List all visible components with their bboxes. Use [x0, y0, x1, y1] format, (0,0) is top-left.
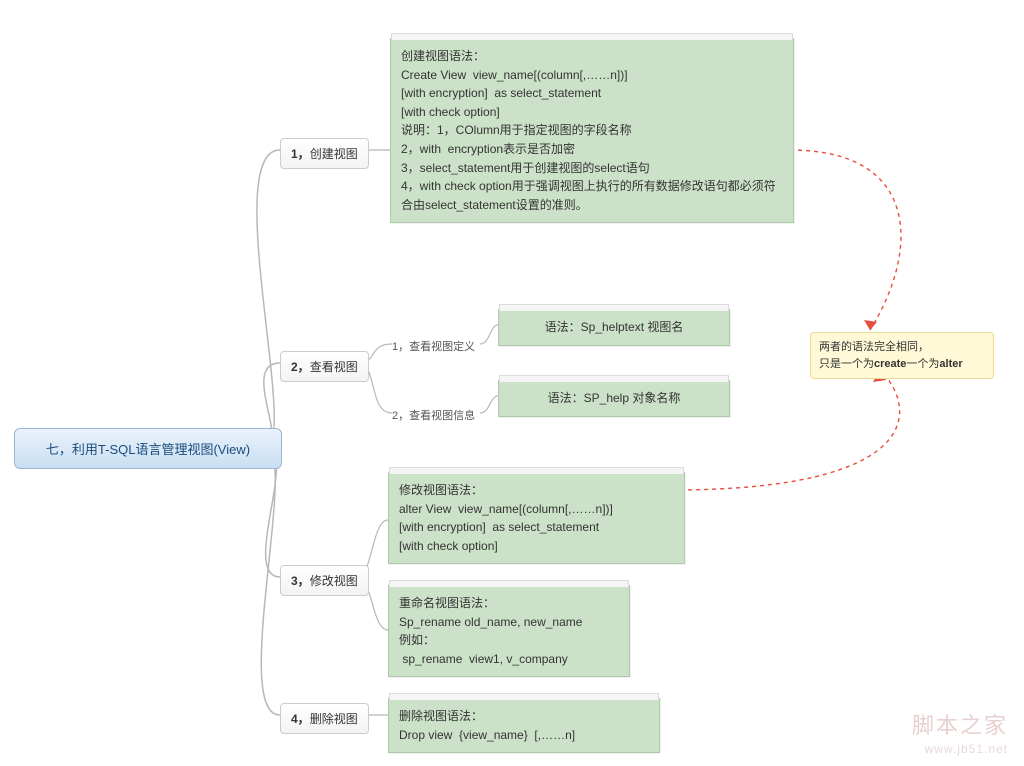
detail-view-info-text: 语法：SP_help 对象名称 — [548, 391, 681, 405]
branch-label: 创建视图 — [310, 147, 358, 161]
note-annotation[interactable]: 两者的语法完全相同， 只是一个为create一个为alter — [810, 332, 994, 379]
detail-drop-text: 删除视图语法： Drop view {view_name} [,……n] — [399, 707, 649, 744]
watermark-en: www.jb51.net — [925, 742, 1008, 756]
detail-drop[interactable]: 删除视图语法： Drop view {view_name} [,……n] — [388, 698, 660, 753]
detail-alter-text: 修改视图语法： alter View view_name[(column[,……… — [399, 481, 674, 555]
watermark-cn: 脚本之家 — [912, 708, 1008, 740]
branch-num: 1， — [291, 147, 310, 161]
detail-rename-text: 重命名视图语法： Sp_rename old_name, new_name 例如… — [399, 594, 619, 668]
root-topic[interactable]: 七，利用T-SQL语言管理视图(View) — [14, 428, 282, 469]
branch-num: 3， — [291, 574, 310, 588]
branch-num: 2， — [291, 360, 310, 374]
branch-label: 删除视图 — [310, 712, 358, 726]
branch-view-view[interactable]: 2，查看视图 — [280, 351, 369, 382]
branch-create-view[interactable]: 1，创建视图 — [280, 138, 369, 169]
branch-modify-view[interactable]: 3，修改视图 — [280, 565, 369, 596]
branch-label: 修改视图 — [310, 574, 358, 588]
detail-create[interactable]: 创建视图语法： Create View view_name[(column[,…… — [390, 38, 794, 223]
branch-delete-view[interactable]: 4，删除视图 — [280, 703, 369, 734]
detail-alter[interactable]: 修改视图语法： alter View view_name[(column[,……… — [388, 472, 685, 564]
detail-rename[interactable]: 重命名视图语法： Sp_rename old_name, new_name 例如… — [388, 585, 630, 677]
detail-view-info[interactable]: 语法：SP_help 对象名称 — [498, 380, 730, 417]
detail-create-text: 创建视图语法： Create View view_name[(column[,…… — [401, 47, 783, 214]
branch-label: 查看视图 — [310, 360, 358, 374]
sub-view-info-label: 2，查看视图信息 — [392, 407, 475, 423]
detail-view-def[interactable]: 语法：Sp_helptext 视图名 — [498, 309, 730, 346]
detail-view-def-text: 语法：Sp_helptext 视图名 — [545, 320, 684, 334]
note-line2: 只是一个为create一个为alter — [819, 356, 985, 373]
note-line1: 两者的语法完全相同， — [819, 339, 985, 356]
sub-view-def-label: 1，查看视图定义 — [392, 338, 475, 354]
root-title: 七，利用T-SQL语言管理视图(View) — [46, 442, 250, 457]
branch-num: 4， — [291, 712, 310, 726]
